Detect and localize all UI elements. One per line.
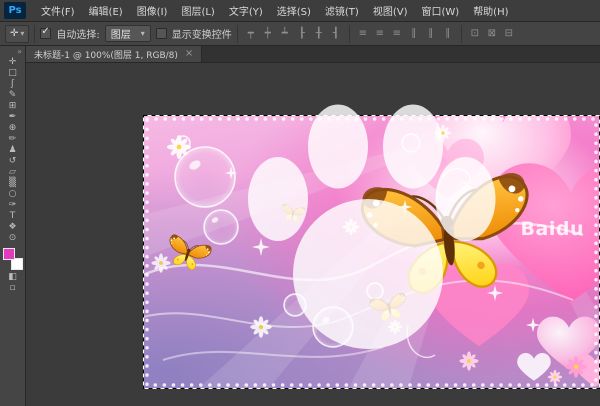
quick-selection-tool[interactable]: ✎ xyxy=(2,90,24,101)
separator xyxy=(34,25,35,43)
menu-item[interactable]: 图层(L) xyxy=(174,0,221,22)
canvas-pasteboard[interactable]: Baidu xyxy=(26,63,600,406)
dropdown-value: 图层 xyxy=(111,26,131,41)
document-tab-title: 未标题-1 @ 100%(图层 1, RGB/8) xyxy=(34,48,178,61)
close-icon[interactable]: × xyxy=(185,49,193,59)
chevron-down-icon: ▾ xyxy=(20,29,24,38)
align-left-icon[interactable]: ┠ xyxy=(294,26,310,42)
warp-mode-icon[interactable]: ⊠ xyxy=(484,26,500,42)
quick-mask-icon[interactable]: ◧ xyxy=(2,272,24,283)
show-transform-label: 显示变换控件 xyxy=(172,26,232,41)
move-tool[interactable]: ✛ xyxy=(2,57,24,68)
document-tab-bar: 未标题-1 @ 100%(图层 1, RGB/8) × xyxy=(26,46,600,63)
auto-select-checkbox[interactable] xyxy=(40,28,51,39)
menu-item[interactable]: 帮助(H) xyxy=(466,0,515,22)
color-swatches xyxy=(3,248,23,270)
align-buttons: ┯┿┷┠╂┨ xyxy=(243,26,344,42)
menu-items: 文件(F)编辑(E)图像(I)图层(L)文字(Y)选择(S)滤镜(T)视图(V)… xyxy=(34,0,516,22)
distribute-left-icon[interactable]: ∥ xyxy=(406,26,422,42)
align-vcenter-icon[interactable]: ┿ xyxy=(260,26,276,42)
history-brush-tool[interactable]: ↺ xyxy=(2,156,24,167)
lasso-tool[interactable]: ʃ xyxy=(2,79,24,90)
auto-select-target-dropdown[interactable]: 图层 ▾ xyxy=(105,25,151,42)
hand-tool[interactable]: ❖ xyxy=(2,222,24,233)
healing-brush-tool[interactable]: ⊕ xyxy=(2,123,24,134)
distribute-vcenter-icon[interactable]: ≡ xyxy=(372,26,388,42)
eraser-tool[interactable]: ▱ xyxy=(2,167,24,178)
rectangular-marquee-tool[interactable]: □ xyxy=(2,68,24,79)
align-right-icon[interactable]: ┨ xyxy=(328,26,344,42)
distribute-hcenter-icon[interactable]: ∥ xyxy=(423,26,439,42)
menu-item[interactable]: 视图(V) xyxy=(366,0,415,22)
distribute-buttons: ≡≡≡∥∥∥ xyxy=(355,26,456,42)
separator xyxy=(237,25,238,43)
photoshop-logo: Ps xyxy=(4,2,26,19)
align-top-icon[interactable]: ┯ xyxy=(243,26,259,42)
workspace: 未标题-1 @ 100%(图层 1, RGB/8) × xyxy=(26,46,600,406)
auto-select-label: 自动选择: xyxy=(56,26,99,41)
align-bottom-icon[interactable]: ┷ xyxy=(277,26,293,42)
menu-item[interactable]: 窗口(W) xyxy=(414,0,466,22)
collapse-panel-icon[interactable]: » xyxy=(0,47,25,57)
brush-tool[interactable]: ✏ xyxy=(2,134,24,145)
show-transform-checkbox[interactable] xyxy=(156,28,167,39)
menu-item[interactable]: 编辑(E) xyxy=(82,0,130,22)
tool-options-bar: ✛ ▾ 自动选择: 图层 ▾ 显示变换控件 ┯┿┷┠╂┨ ≡≡≡∥∥∥ ⊡⊠⊟ xyxy=(0,22,600,46)
separator xyxy=(349,25,350,43)
auto-align-icon[interactable]: ⊡ xyxy=(467,26,483,42)
distribute-top-icon[interactable]: ≡ xyxy=(355,26,371,42)
menu-item[interactable]: 滤镜(T) xyxy=(318,0,366,22)
gradient-tool[interactable]: ▒ xyxy=(2,178,24,189)
distribute-bottom-icon[interactable]: ≡ xyxy=(389,26,405,42)
document-tab[interactable]: 未标题-1 @ 100%(图层 1, RGB/8) × xyxy=(26,46,202,62)
menu-item[interactable]: 图像(I) xyxy=(130,0,175,22)
eyedropper-tool[interactable]: ✒ xyxy=(2,112,24,123)
extra-option-buttons: ⊡⊠⊟ xyxy=(467,26,517,42)
crop-tool[interactable]: ⊞ xyxy=(2,101,24,112)
align-hcenter-icon[interactable]: ╂ xyxy=(311,26,327,42)
menu-item[interactable]: 选择(S) xyxy=(270,0,318,22)
zoom-tool[interactable]: ⊙ xyxy=(2,233,24,244)
tool-buttons: ✛□ʃ✎⊞✒⊕✏♟↺▱▒○✑T❖⊙ xyxy=(2,57,24,244)
screen-mode-icon[interactable]: ▫ xyxy=(2,283,24,294)
menu-bar: Ps 文件(F)编辑(E)图像(I)图层(L)文字(Y)选择(S)滤镜(T)视图… xyxy=(0,0,600,22)
type-tool[interactable]: T xyxy=(2,211,24,222)
clone-stamp-tool[interactable]: ♟ xyxy=(2,145,24,156)
chevron-down-icon: ▾ xyxy=(141,29,145,38)
distribute-right-icon[interactable]: ∥ xyxy=(440,26,456,42)
menu-item[interactable]: 文字(Y) xyxy=(222,0,270,22)
foreground-color-swatch[interactable] xyxy=(3,248,15,260)
mode-buttons: ◧▫ xyxy=(2,272,24,294)
tools-panel: » ✛□ʃ✎⊞✒⊕✏♟↺▱▒○✑T❖⊙ ◧▫ xyxy=(0,46,26,406)
pen-tool[interactable]: ✑ xyxy=(2,200,24,211)
move-tool-icon: ✛ xyxy=(10,28,18,39)
canvas-image[interactable]: Baidu xyxy=(143,115,600,389)
separator xyxy=(461,25,462,43)
menu-item[interactable]: 文件(F) xyxy=(34,0,82,22)
blur-tool[interactable]: ○ xyxy=(2,189,24,200)
tool-preset-picker[interactable]: ✛ ▾ xyxy=(5,25,29,43)
3d-mode-icon[interactable]: ⊟ xyxy=(501,26,517,42)
butterfly-artwork xyxy=(143,115,600,389)
